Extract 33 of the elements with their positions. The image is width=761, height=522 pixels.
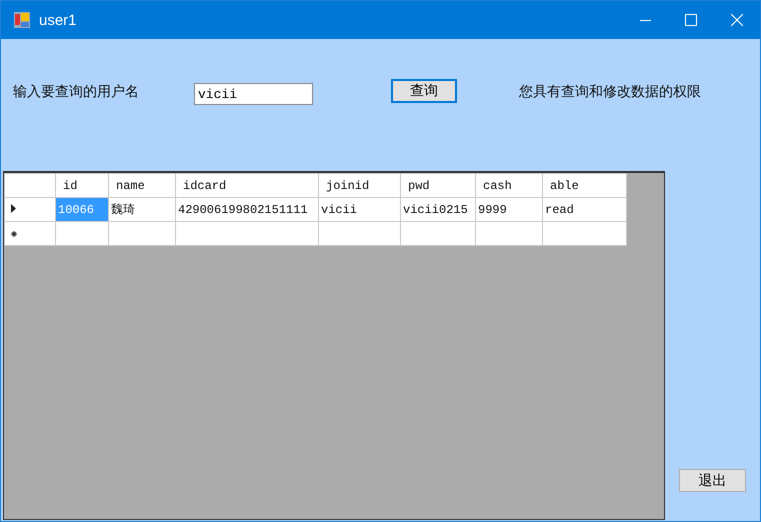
column-header[interactable]: able	[542, 174, 626, 198]
table-cell[interactable]	[56, 222, 108, 246]
row-header[interactable]	[4, 198, 56, 222]
maximize-icon[interactable]	[685, 14, 697, 26]
current-row-icon	[11, 204, 16, 212]
table-cell[interactable]	[108, 222, 176, 246]
app-icon	[13, 11, 31, 29]
query-button[interactable]: 查询	[391, 78, 457, 102]
table-cell[interactable]: vicii	[318, 198, 400, 222]
corner-cell	[4, 174, 56, 198]
column-header[interactable]: name	[108, 174, 176, 198]
column-header[interactable]: pwd	[400, 174, 476, 198]
column-header[interactable]: cash	[476, 174, 542, 198]
column-header[interactable]: idcard	[176, 174, 318, 198]
table-cell[interactable]: 9999	[476, 198, 542, 222]
window-title: user1	[39, 12, 78, 28]
search-label: 输入要查询的用户名	[13, 83, 140, 101]
username-field[interactable]: vicii	[194, 83, 313, 105]
table-cell[interactable]	[476, 222, 542, 246]
table-cell[interactable]: vicii0215	[400, 198, 476, 222]
new-row-icon	[11, 230, 17, 236]
table-cell[interactable]	[542, 222, 626, 246]
table-cell[interactable]	[176, 222, 318, 246]
row-header[interactable]	[4, 222, 56, 246]
permission-note: 您具有查询和修改数据的权限	[519, 83, 701, 101]
close-icon[interactable]	[731, 14, 743, 26]
table-cell[interactable]: read	[542, 198, 626, 222]
table-cell[interactable]	[400, 222, 476, 246]
exit-button[interactable]: 退出	[679, 469, 746, 492]
table-cell[interactable]: 魏琦	[108, 198, 176, 222]
column-header[interactable]: joinid	[318, 174, 400, 198]
table-cell[interactable]: 429006199802151111	[176, 198, 318, 222]
table-cell[interactable]	[318, 222, 400, 246]
